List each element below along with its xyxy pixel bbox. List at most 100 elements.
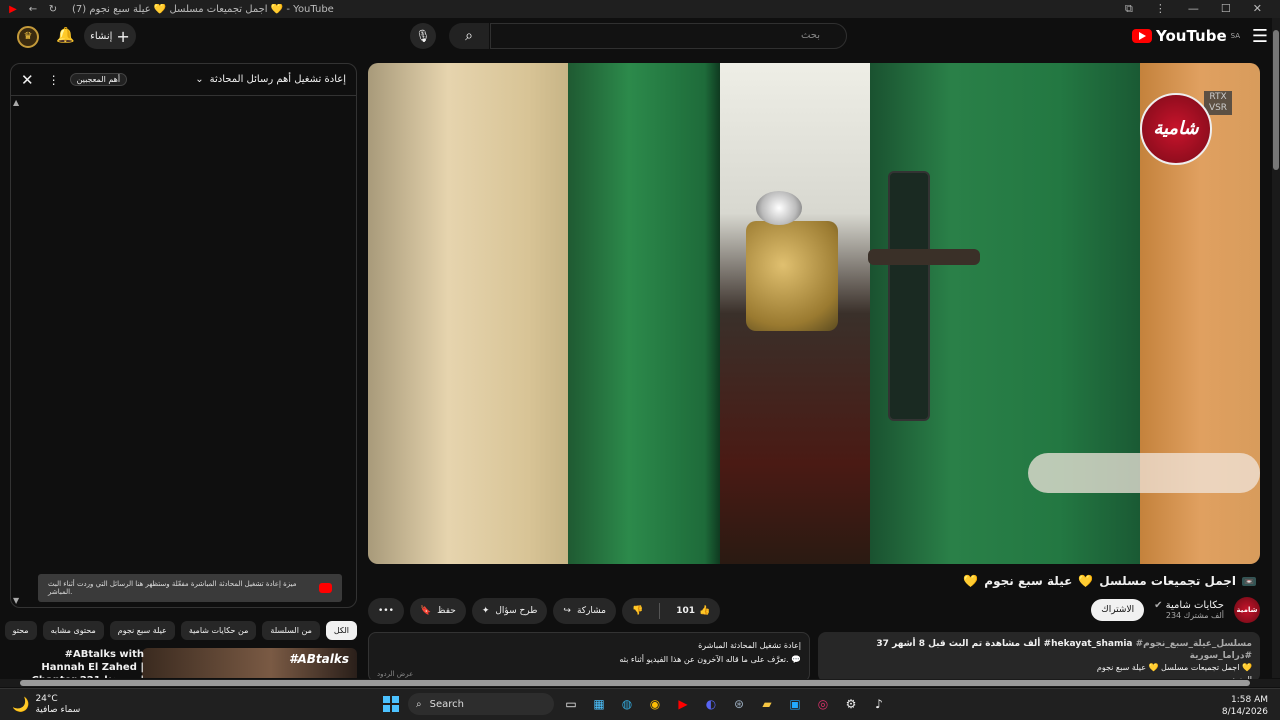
account-avatar[interactable]: ♛: [17, 26, 39, 48]
discord-icon[interactable]: ◐: [700, 693, 722, 715]
taskbar-search[interactable]: ⌕ Search: [408, 693, 554, 715]
vertical-scroll-thumb[interactable]: [1273, 30, 1279, 170]
steam-icon[interactable]: ⊛: [728, 693, 750, 715]
video-actions: ••• 🔖 حفظ ✦ طرح سؤال ↪ مشاركة 👎 101 👍: [368, 598, 721, 624]
rtx-vsr-badge: RTX VSR: [1204, 91, 1232, 115]
chrome-icon[interactable]: ◉: [644, 693, 666, 715]
share-label: مشاركة: [576, 606, 607, 616]
close-chat-icon[interactable]: ✕: [21, 71, 34, 89]
weather-temp: 24°C: [35, 694, 58, 704]
moon-icon: 🌙: [12, 696, 30, 713]
voice-search-mic-icon[interactable]: 🎙: [410, 23, 436, 49]
share-icon: ↪: [563, 606, 571, 616]
horizontal-scrollbar[interactable]: [0, 679, 1280, 687]
youtube-play-icon: [1131, 29, 1152, 43]
chat-scroll-down-icon[interactable]: ▼: [13, 596, 19, 605]
create-label: إنشاء: [90, 30, 113, 42]
chat-replay-card[interactable]: إعادة تشغيل المحادثة المباشرة تعرَّف على…: [368, 632, 810, 682]
store-icon[interactable]: ▦: [588, 693, 610, 715]
video-frame-knob: [756, 191, 802, 225]
like-count: 101: [676, 606, 696, 616]
windows-start-icon[interactable]: [380, 693, 402, 715]
chat-menu-dots-icon[interactable]: ⋮: [48, 73, 60, 87]
create-button[interactable]: إنشاء +: [84, 23, 136, 49]
video-title: 💛 عيلة سبع نجوم 💛 اجمل تجميعات مسلسل 📼: [963, 574, 1256, 588]
search-button[interactable]: ⌕: [449, 23, 489, 49]
youtube-logo[interactable]: YouTube SA: [1131, 27, 1240, 45]
app-icon[interactable]: ▣: [784, 693, 806, 715]
channel-avatar[interactable]: شامية: [1234, 597, 1260, 623]
chip-channel[interactable]: من حكايات شامية: [180, 620, 257, 640]
settings-icon[interactable]: ⚙: [840, 693, 862, 715]
chat-notice-text: ميزة إعادة تشغيل المحادثة المباشرة مفعّل…: [48, 580, 297, 596]
chat-scroll-up-icon[interactable]: ▲: [13, 98, 19, 107]
top-fans-badge[interactable]: أهم المعجبين: [69, 73, 128, 86]
clock-time: 1:58 AM: [1231, 695, 1268, 705]
copilot-icon[interactable]: ◍: [616, 693, 638, 715]
dislike-button[interactable]: 👎: [622, 598, 653, 624]
video-frame-blur: [1028, 453, 1260, 493]
reload-icon[interactable]: ↻: [46, 4, 60, 15]
notifications-bell-icon[interactable]: 🔔: [56, 26, 75, 44]
sparkle-icon: ✦: [481, 606, 490, 616]
chip-similar[interactable]: محتوى مشابه: [42, 620, 104, 640]
video-frame-padlock: [746, 221, 838, 331]
close-window-button[interactable]: ✕: [1253, 2, 1262, 16]
vertical-scrollbar[interactable]: [1272, 18, 1280, 678]
weather-widget[interactable]: 🌙 24°C سماء صافية: [12, 694, 80, 716]
maximize-button[interactable]: ☐: [1221, 2, 1231, 16]
back-icon[interactable]: ←: [26, 4, 40, 15]
video-title-part2: عيلة سبع نجوم: [984, 574, 1073, 588]
heart-icon: 💛: [963, 574, 979, 588]
description-box[interactable]: 37 ألف مشاهدة تم البث قبل 8 أشهر #hekaya…: [818, 632, 1260, 684]
horizontal-scroll-thumb[interactable]: [20, 680, 1250, 686]
description-hashtags[interactable]: #مسلسل_عيلة_سبع_نجوم #دراما_سورية: [1136, 639, 1252, 661]
like-button[interactable]: 101 👍: [666, 598, 720, 624]
chat-replay-text: تعرَّف على ما قاله الآخرون عن هذا الفيدي…: [619, 655, 789, 664]
youtube-app-icon[interactable]: ▶: [672, 693, 694, 715]
youtube-mini-icon: [318, 583, 332, 593]
chip-show[interactable]: عيلة سبع نجوم: [109, 620, 175, 640]
instagram-icon[interactable]: ◎: [812, 693, 834, 715]
recommended-video[interactable]: #ABtalks #ABtalks with Hannah El Zahed |…: [10, 648, 357, 678]
chip-series[interactable]: من السلسلة: [262, 620, 320, 640]
related-chips: الكل من السلسلة من حكايات شامية عيلة سبع…: [4, 617, 357, 643]
video-frame-handle: [868, 249, 980, 265]
tiktok-icon[interactable]: ♪: [868, 693, 890, 715]
comment-icon: 💬: [791, 655, 801, 664]
clock-date: 8/14/2026: [1221, 707, 1268, 717]
channel-watermark[interactable]: شامية: [1140, 93, 1212, 165]
minimize-button[interactable]: —: [1188, 2, 1199, 16]
subscribe-button[interactable]: الاشتراك: [1091, 599, 1145, 621]
video-player[interactable]: RTX VSR شامية: [368, 63, 1260, 564]
share-button[interactable]: ↪ مشاركة: [553, 598, 617, 624]
chip-all[interactable]: الكل: [325, 620, 357, 640]
taskbar-clock[interactable]: 1:58 AM 8/14/2026: [1222, 694, 1268, 718]
save-label: حفظ: [437, 606, 456, 616]
extensions-icon[interactable]: ⧉: [1125, 2, 1133, 16]
menu-dots-icon[interactable]: ⋮: [1155, 2, 1166, 16]
chip-more[interactable]: محتو: [4, 620, 37, 640]
tab-title: (7) اجمل تجميعات مسلسل 💛 عيلة سبع نجوم 💛…: [72, 3, 334, 15]
recommended-thumbnail[interactable]: #ABtalks: [142, 648, 357, 678]
task-view-icon[interactable]: ▭: [560, 693, 582, 715]
logo-text: YouTube: [1155, 27, 1227, 45]
like-dislike-group: 👎 101 👍: [622, 598, 721, 624]
search-input[interactable]: بحث: [490, 23, 847, 49]
video-frame-handle-plate: [888, 171, 930, 421]
guide-menu-icon[interactable]: ☰: [1252, 26, 1268, 47]
subscriber-count: 234 ألف مشترك: [1165, 611, 1224, 620]
youtube-favicon-icon: ▶: [9, 3, 17, 15]
search-icon: ⌕: [416, 698, 422, 710]
chevron-down-icon: ⌄: [195, 74, 204, 85]
region-code: SA: [1230, 32, 1240, 40]
chat-mode-dropdown[interactable]: ⌄ إعادة تشغيل أهم رسائل المحادثة: [195, 74, 346, 85]
video-frame-wall: [368, 63, 568, 564]
recommended-title[interactable]: #ABtalks with Hannah El Zahed | Chapter …: [24, 648, 145, 678]
channel-info[interactable]: ✔ حكايات شامية 234 ألف مشترك: [1154, 600, 1224, 620]
more-actions-button[interactable]: •••: [368, 598, 404, 624]
save-button[interactable]: 🔖 حفظ: [409, 598, 466, 624]
channel-name[interactable]: حكايات شامية: [1166, 600, 1224, 611]
file-explorer-icon[interactable]: ▰: [756, 693, 778, 715]
ask-button[interactable]: ✦ طرح سؤال: [471, 598, 548, 624]
